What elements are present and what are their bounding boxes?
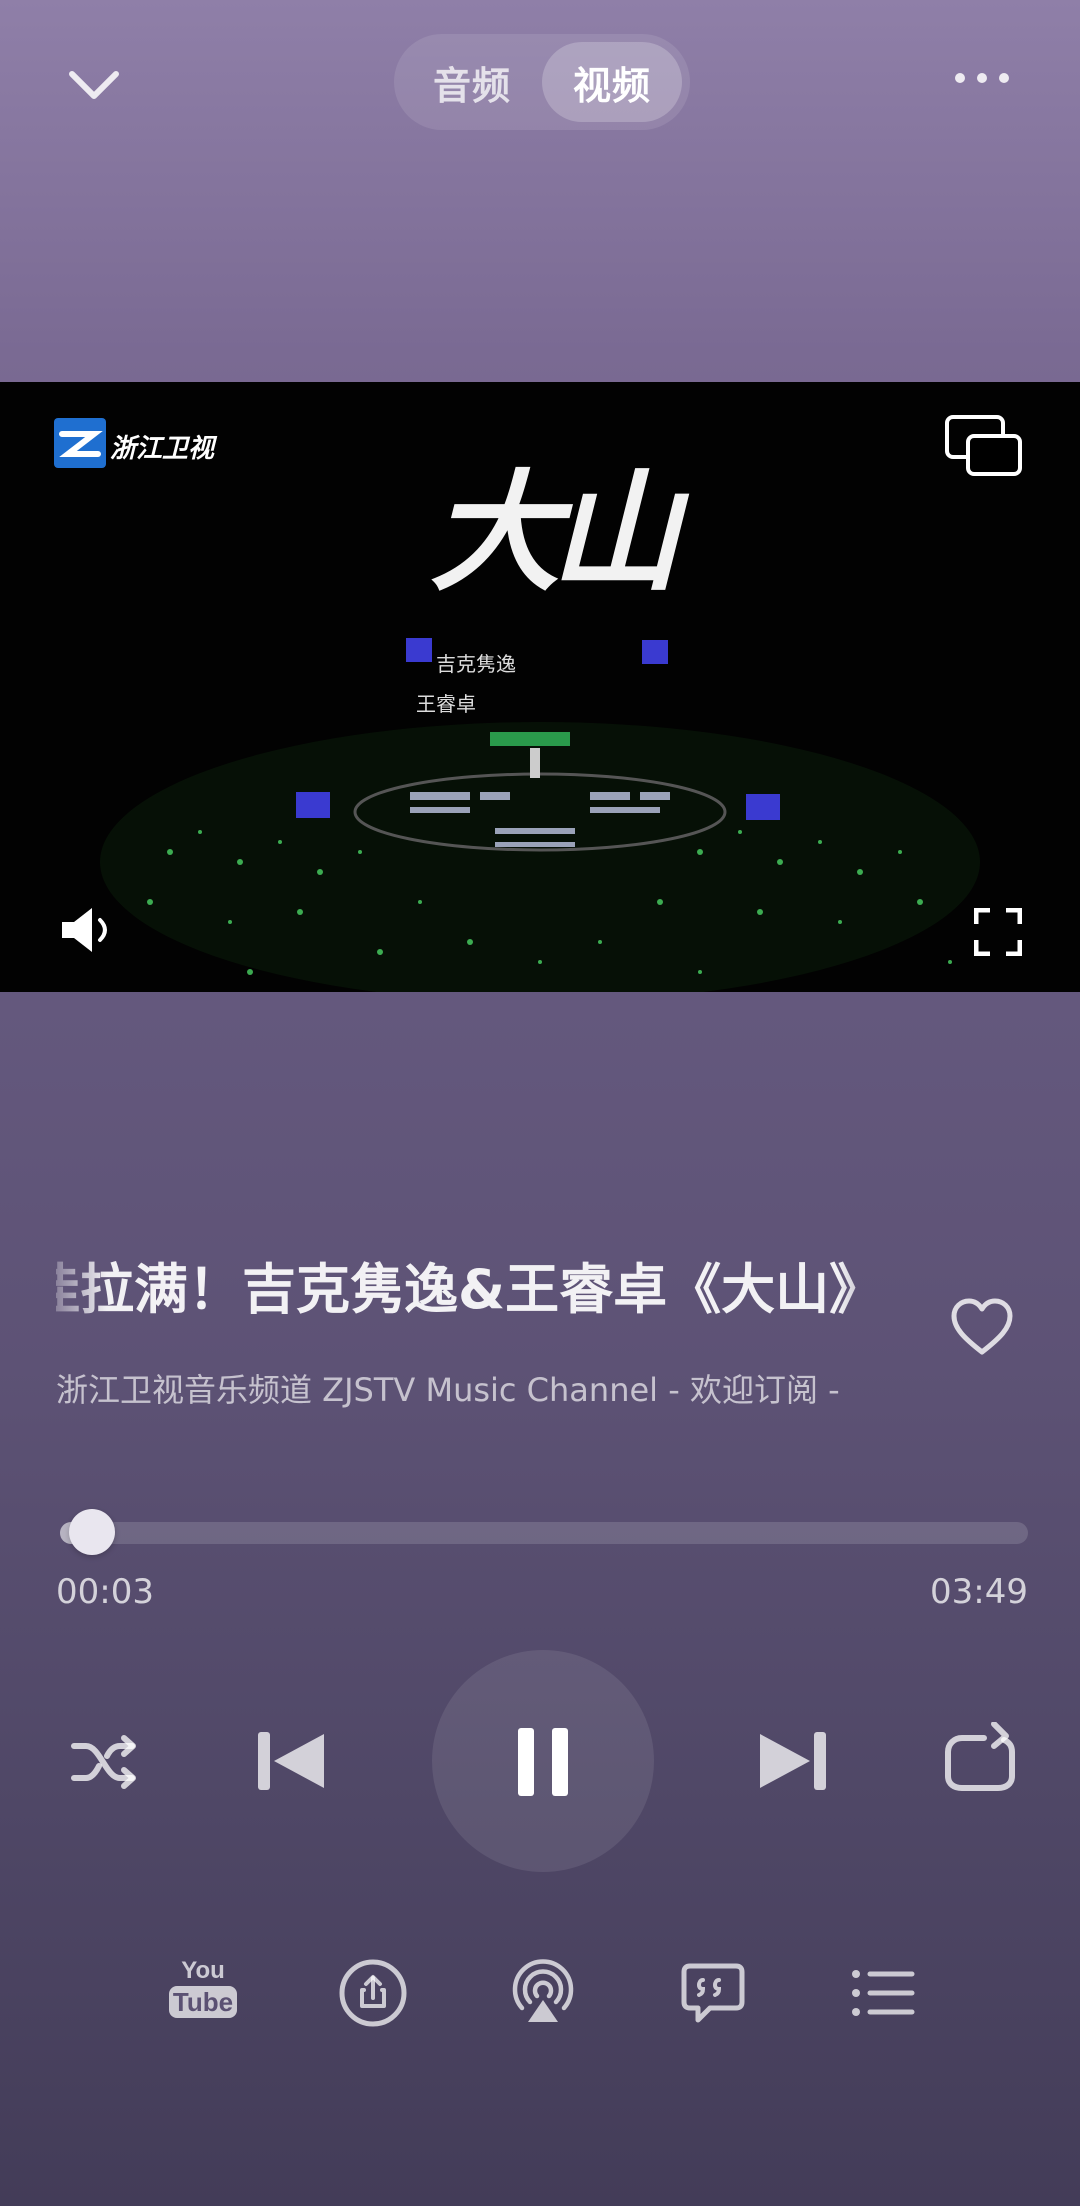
total-time: 03:49	[930, 1572, 1028, 1612]
track-title: 佳拉满！吉克隽逸&王睿卓《大山》	[56, 1258, 884, 1315]
video-player[interactable]: 大山 吉克隽逸 王睿卓 浙江卫视	[0, 382, 1080, 992]
shuffle-icon[interactable]	[70, 1732, 140, 1792]
lyrics-icon[interactable]	[678, 1958, 748, 2028]
channel-logo-icon	[54, 418, 106, 468]
repeat-icon[interactable]	[944, 1722, 1016, 1794]
like-heart-icon[interactable]	[950, 1298, 1014, 1356]
youtube-logo-you: You	[181, 1957, 225, 1984]
poster-title: 大山	[430, 456, 680, 609]
airplay-icon[interactable]	[508, 1958, 578, 2028]
picture-in-picture-icon[interactable]	[944, 414, 1024, 478]
collapse-chevron-icon[interactable]	[62, 62, 126, 110]
play-pause-button[interactable]	[432, 1650, 654, 1872]
elapsed-time: 00:03	[56, 1572, 154, 1612]
tab-audio[interactable]: 音频	[402, 42, 542, 122]
track-artist[interactable]: 浙江卫视音乐频道 ZJSTV Music Channel - 欢迎订阅 -	[56, 1365, 916, 1411]
progress-track[interactable]	[60, 1522, 1028, 1544]
media-type-segmented-control: 音频 视频	[394, 34, 690, 130]
poster-credit-2: 王睿卓	[416, 692, 476, 716]
channel-logo-text: 浙江卫视	[110, 434, 215, 464]
share-icon[interactable]	[338, 1958, 408, 2028]
tab-video[interactable]: 视频	[542, 42, 682, 122]
poster-credit-1: 吉克隽逸	[436, 652, 516, 676]
youtube-icon[interactable]: You Tube	[168, 1958, 238, 2028]
queue-icon[interactable]	[848, 1958, 918, 2028]
more-options-icon[interactable]	[952, 68, 1012, 88]
channel-logo: 浙江卫视	[54, 418, 214, 468]
fullscreen-icon[interactable]	[974, 908, 1022, 956]
previous-icon[interactable]	[256, 1728, 328, 1794]
progress-knob[interactable]	[68, 1509, 115, 1555]
volume-icon[interactable]	[58, 904, 118, 956]
youtube-logo-tube: Tube	[168, 1986, 238, 2018]
pause-icon	[518, 1728, 568, 1796]
next-icon[interactable]	[756, 1728, 828, 1794]
